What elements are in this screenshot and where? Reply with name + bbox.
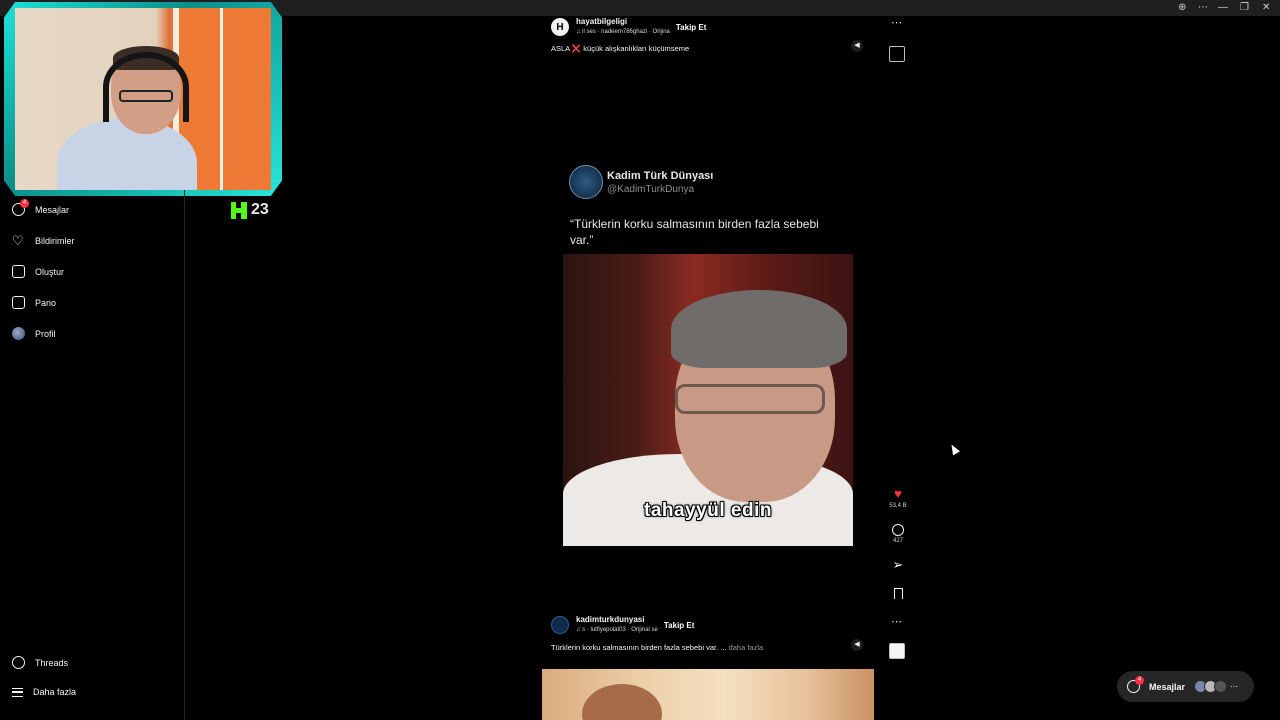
- comment-count: 427: [892, 538, 903, 544]
- tweet-text: “Türklerin korku salmasının birden fazla…: [570, 217, 819, 247]
- sidebar-item-label: Threads: [35, 657, 69, 668]
- sidebar-item-dashboard[interactable]: Pano: [12, 296, 56, 309]
- speaker-hair: [671, 290, 847, 368]
- audio-icon[interactable]: ◀: [851, 639, 863, 651]
- post-header: kadimturkdunyasi ♫ s · lutfiyepolat03 · …: [551, 615, 694, 635]
- post-audio[interactable]: ♫ il ses · nadeem786ghazi · Orijina: [576, 27, 670, 37]
- post-username[interactable]: kadimturkdunyasi: [576, 615, 658, 625]
- avatar-icon: [12, 327, 25, 340]
- wardrobe-door-gap: [220, 8, 223, 190]
- messages-pill-label: Mesajlar: [1149, 681, 1186, 692]
- heart-filled-icon: ♥: [894, 486, 902, 501]
- audio-thumbnail[interactable]: [889, 643, 905, 659]
- like-count: 53,4 B: [889, 503, 907, 509]
- hamburger-menu-icon: [12, 687, 23, 697]
- glasses: [119, 90, 173, 102]
- kick-badge: 23: [231, 201, 269, 219]
- video-subtitle: tahayyül edin: [644, 500, 772, 521]
- embedded-video: tahayyül edin: [563, 254, 853, 546]
- sidebar-item-label: Mesajlar: [35, 204, 70, 215]
- sidebar-item-more[interactable]: Daha fazla: [12, 687, 76, 697]
- like-button[interactable]: ♥ 53,4 B: [887, 486, 909, 510]
- messages-pill[interactable]: 4 Mesajlar ⋯: [1117, 671, 1254, 702]
- post-audio[interactable]: ♫ s · lutfiyepolat03 · Orijinal se: [576, 625, 658, 635]
- more-options-icon[interactable]: ⋯: [891, 615, 902, 628]
- sidebar-item-create[interactable]: Oluştur: [12, 265, 64, 278]
- webcam-overlay: [0, 0, 285, 198]
- dashboard-icon: [12, 296, 25, 309]
- tweet-avatar: [569, 165, 603, 199]
- caption-text: Türklerin korku salmasının birden fazla …: [551, 643, 727, 652]
- avatar: [1214, 680, 1228, 693]
- save-button[interactable]: [887, 588, 909, 599]
- post-header: H hayatbilgeligi ♫ il ses · nadeem786gha…: [551, 17, 706, 37]
- sidebar-item-threads[interactable]: Threads: [12, 656, 68, 669]
- more-options-icon: ⋯: [1230, 682, 1239, 691]
- notification-badge: 4: [1135, 676, 1144, 685]
- left-sidebar: 4 Mesajlar ♡ Bildirimler Oluştur Pano Pr…: [0, 190, 185, 720]
- post-username[interactable]: hayatbilgeligi: [576, 17, 670, 27]
- sidebar-item-label: Daha fazla: [33, 687, 77, 697]
- bookmark-icon: [893, 588, 903, 599]
- heart-icon: ♡: [12, 233, 24, 248]
- follow-button[interactable]: Takip Et: [676, 23, 707, 32]
- mouse-cursor: [948, 442, 960, 456]
- sidebar-item-messages[interactable]: 4 Mesajlar: [12, 199, 70, 216]
- restore-icon[interactable]: ❐: [1240, 2, 1249, 14]
- notification-badge: 4: [20, 199, 29, 208]
- plus-square-icon: [12, 265, 25, 278]
- reel-video[interactable]: Kadim Türk Dünyası @KadimTurkDunya “Türk…: [542, 66, 874, 604]
- kick-logo-icon: [231, 201, 247, 219]
- more-options-icon[interactable]: ⋯: [891, 16, 902, 29]
- tweet-handle: @KadimTurkDunya: [607, 184, 695, 195]
- sidebar-item-label: Pano: [35, 297, 57, 308]
- threads-icon: [12, 656, 25, 669]
- sidebar-item-label: Oluştur: [35, 266, 65, 277]
- avatar[interactable]: H: [551, 18, 569, 36]
- next-reel-thumbnail[interactable]: [542, 669, 874, 720]
- audio-thumbnail[interactable]: [889, 46, 905, 62]
- post-meta: kadimturkdunyasi ♫ s · lutfiyepolat03 · …: [576, 615, 658, 635]
- webcam-video: [15, 8, 271, 190]
- comment-button[interactable]: 427: [887, 524, 909, 544]
- caption-more-link[interactable]: daha fazla: [729, 643, 764, 652]
- minimize-icon[interactable]: —: [1218, 2, 1228, 14]
- follow-button[interactable]: Takip Et: [664, 621, 695, 630]
- post-caption: ASLA ❌ küçük alışkanlıkları küçümseme: [551, 44, 690, 53]
- sidebar-item-label: Profil: [35, 328, 56, 339]
- zoom-icon[interactable]: ⊕: [1178, 2, 1186, 14]
- share-button[interactable]: ➢: [887, 558, 909, 572]
- next-reel-subject: [582, 684, 662, 720]
- sidebar-item-profile[interactable]: Profil: [12, 327, 56, 340]
- messenger-icon: 4: [1127, 676, 1144, 693]
- close-icon[interactable]: ✕: [1262, 2, 1270, 14]
- sidebar-item-label: Bildirimler: [35, 235, 75, 246]
- send-icon: ➢: [892, 557, 904, 572]
- post-meta: hayatbilgeligi ♫ il ses · nadeem786ghazi…: [576, 17, 670, 37]
- comment-icon: [892, 524, 904, 536]
- headset: [103, 52, 189, 122]
- tweet-name: Kadim Türk Dünyası: [607, 170, 714, 182]
- speaker-glasses: [675, 384, 825, 414]
- post-caption: Türklerin korku salmasının birden fazla …: [551, 643, 763, 652]
- message-avatars: [1194, 680, 1228, 693]
- audio-icon[interactable]: ◀: [851, 40, 863, 52]
- messenger-icon: 4: [12, 199, 29, 216]
- sidebar-item-notifications[interactable]: ♡ Bildirimler: [12, 234, 75, 247]
- browser-menu-icon[interactable]: ⋯: [1198, 2, 1208, 14]
- kick-count: 23: [251, 201, 269, 218]
- avatar[interactable]: [551, 616, 569, 634]
